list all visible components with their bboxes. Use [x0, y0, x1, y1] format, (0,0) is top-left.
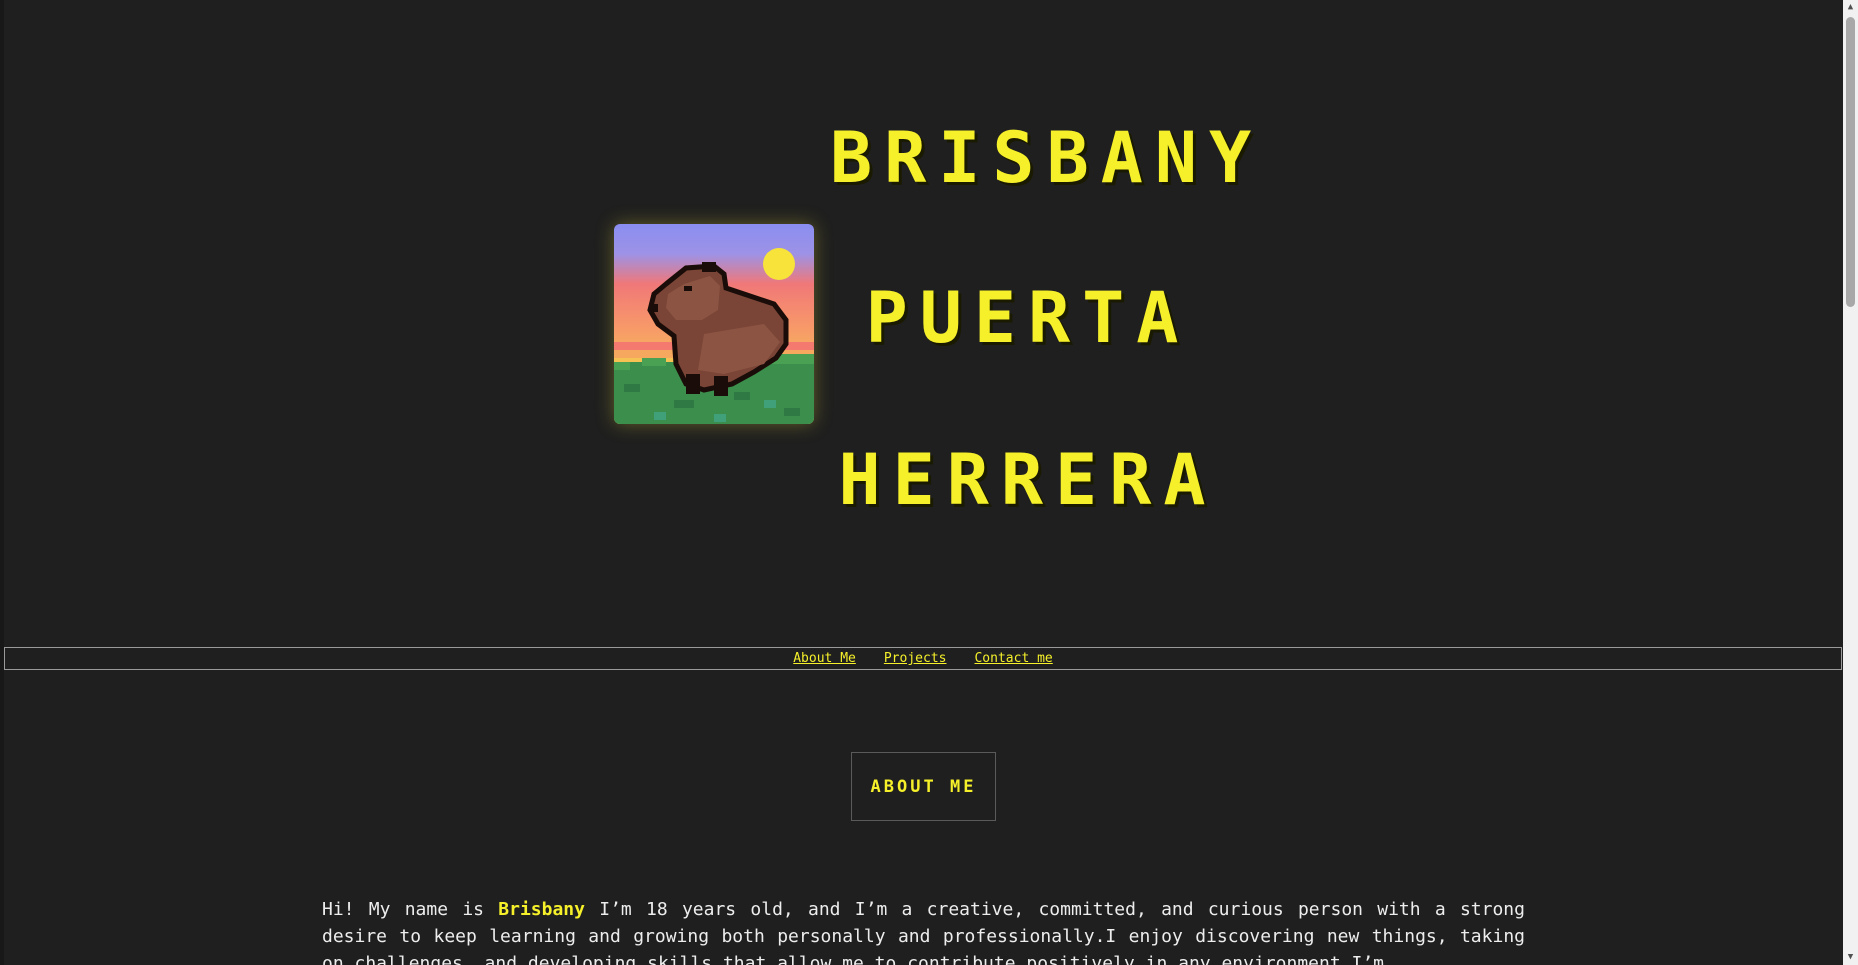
scroll-down-arrow-icon[interactable]: ▼: [1843, 950, 1858, 965]
page-scrollbar[interactable]: ▲ ▼: [1843, 0, 1858, 965]
about-me-heading: ABOUT ME: [870, 776, 977, 797]
nav-link-projects[interactable]: Projects: [884, 651, 947, 666]
hero-name-last: HERRERA: [838, 439, 1218, 521]
hero-name-middle: PUERTA: [865, 277, 1191, 359]
about-me-paragraph: Hi! My name is Brisbany I’m 18 years old…: [322, 896, 1525, 965]
capybara-avatar: [614, 224, 814, 424]
scroll-up-arrow-icon[interactable]: ▲: [1843, 0, 1858, 15]
window-edge: [0, 0, 4, 965]
about-me-heading-box: ABOUT ME: [851, 752, 996, 821]
portfolio-page: BRISBANY PUERTA HERRERA About Me Project…: [0, 0, 1858, 965]
scrollbar-thumb[interactable]: [1846, 17, 1855, 307]
nav-link-contact-me[interactable]: Contact me: [974, 651, 1052, 666]
hero-name-first: BRISBANY: [830, 117, 1264, 199]
about-intro-text: Hi! My name is: [322, 899, 499, 920]
about-name-highlight: Brisbany: [498, 899, 585, 920]
capybara-pixel-art-icon: [614, 224, 814, 424]
main-nav: About Me Projects Contact me: [4, 647, 1842, 670]
nav-link-about-me[interactable]: About Me: [793, 651, 856, 666]
